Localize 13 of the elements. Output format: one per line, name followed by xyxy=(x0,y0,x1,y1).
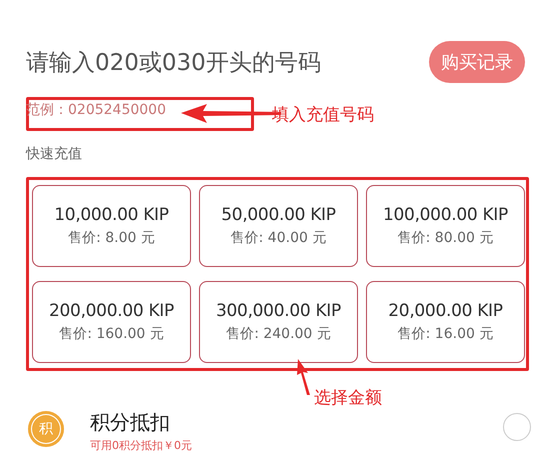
amount-option[interactable]: 300,000.00 KIP 售价: 240.00 元 xyxy=(199,281,358,363)
radio-button[interactable] xyxy=(503,413,531,441)
amount-option[interactable]: 50,000.00 KIP 售价: 40.00 元 xyxy=(199,185,358,267)
annotation-label: 选择金额 xyxy=(314,387,382,409)
points-title: 积分抵扣 xyxy=(90,409,171,436)
page-title: 请输入020或030开头的号码 xyxy=(26,48,321,78)
amount-option[interactable]: 20,000.00 KIP 售价: 16.00 元 xyxy=(366,281,525,363)
amount-option[interactable]: 200,000.00 KIP 售价: 160.00 元 xyxy=(32,281,191,363)
amount-option[interactable]: 100,000.00 KIP 售价: 80.00 元 xyxy=(366,185,525,267)
amount-option[interactable]: 10,000.00 KIP 售价: 8.00 元 xyxy=(32,185,191,267)
section-label: 快速充值 xyxy=(26,145,83,163)
points-note: 可用0积分抵扣￥0元 xyxy=(90,438,193,453)
points-icon: 积 xyxy=(28,411,64,447)
